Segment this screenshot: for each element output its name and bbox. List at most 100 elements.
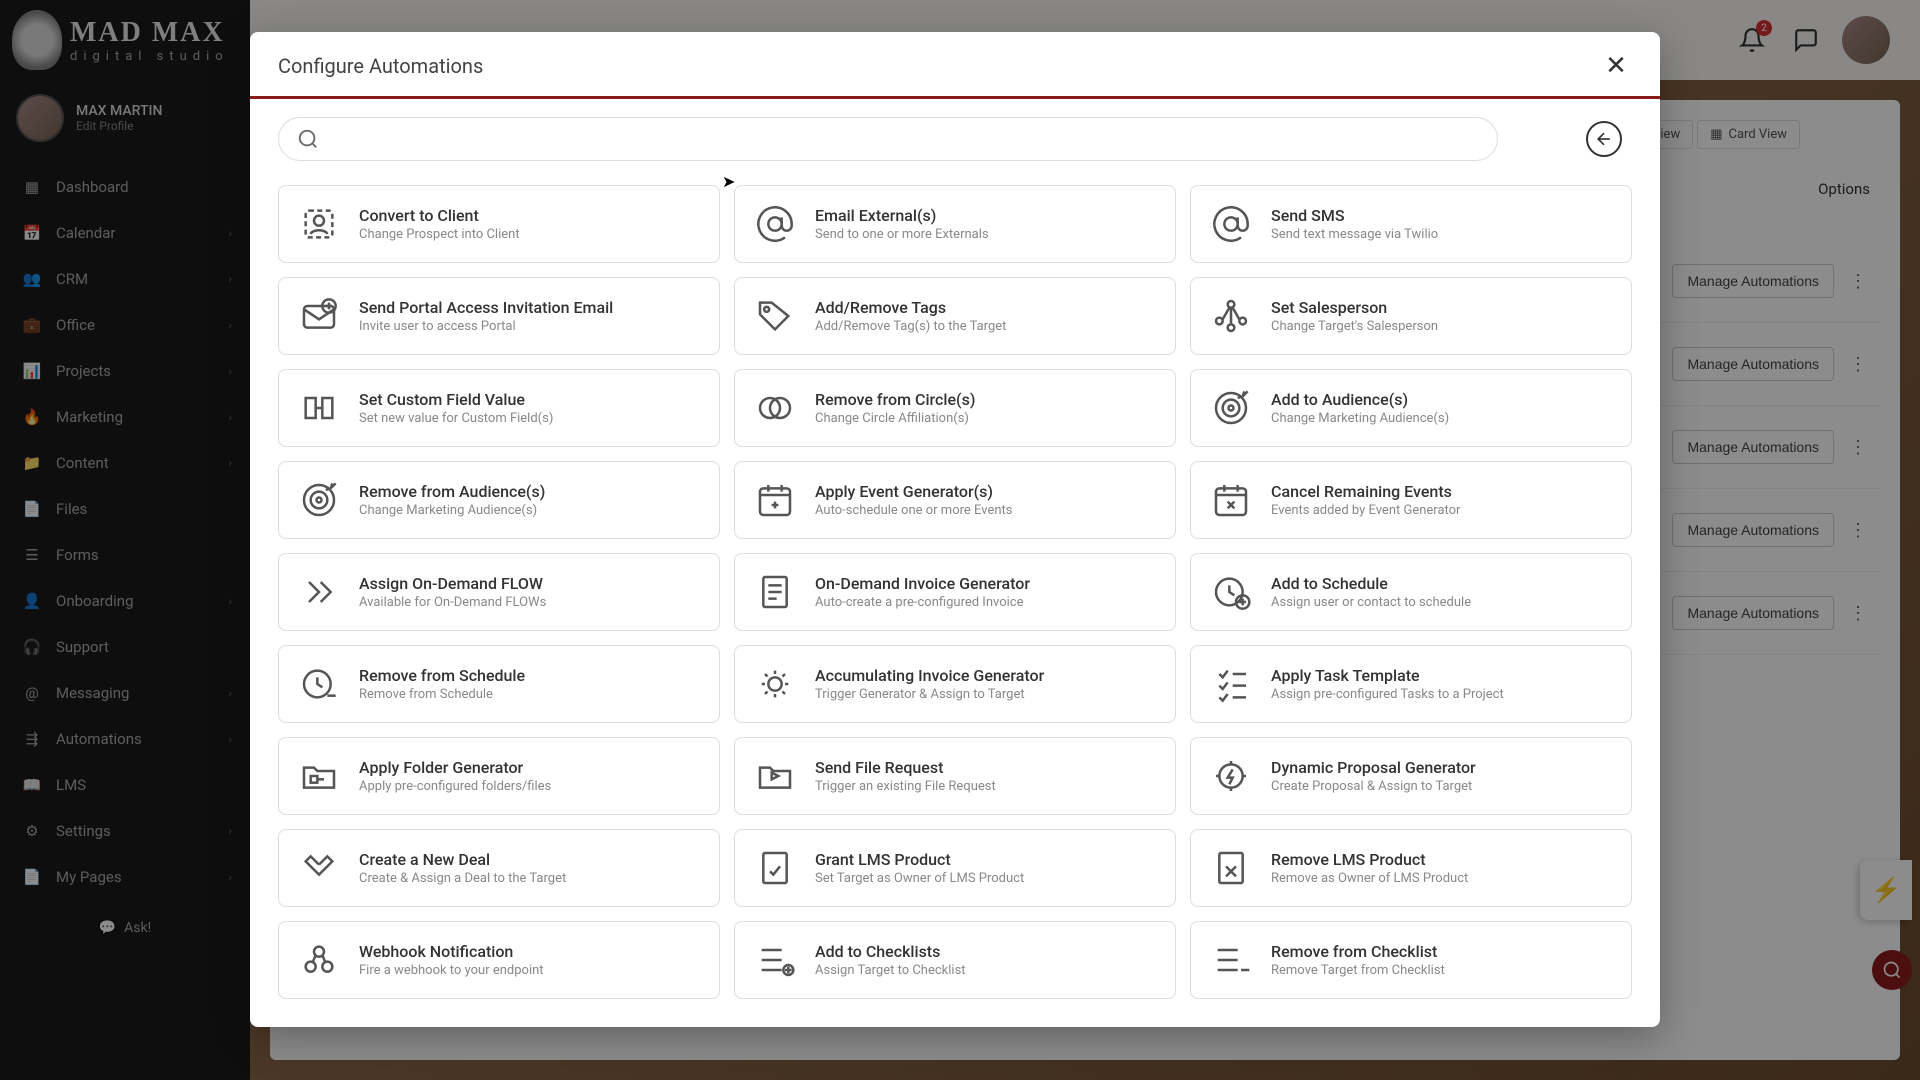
automation-card-accumulating-invoice-generator[interactable]: Accumulating Invoice Generator Trigger G… <box>734 645 1176 723</box>
modal-title: Configure Automations <box>278 54 483 78</box>
checklist-icon <box>1209 662 1253 706</box>
network-icon <box>1209 294 1253 338</box>
automation-card-send-sms[interactable]: Send SMS Send text message via Twilio <box>1190 185 1632 263</box>
card-title: Webhook Notification <box>359 942 544 961</box>
card-desc: Create & Assign a Deal to the Target <box>359 871 566 886</box>
close-icon[interactable]: ✕ <box>1600 50 1632 82</box>
card-title: Assign On-Demand FLOW <box>359 574 546 593</box>
card-desc: Invite user to access Portal <box>359 319 613 334</box>
card-desc: Change Marketing Audience(s) <box>1271 411 1449 426</box>
list-plus-icon <box>753 938 797 982</box>
automation-card-convert-to-client[interactable]: Convert to Client Change Prospect into C… <box>278 185 720 263</box>
card-title: Dynamic Proposal Generator <box>1271 758 1476 777</box>
card-title: Remove from Circle(s) <box>815 390 975 409</box>
slider-icon <box>297 386 341 430</box>
handshake-icon <box>297 846 341 890</box>
automation-card-email-external-s-[interactable]: Email External(s) Send to one or more Ex… <box>734 185 1176 263</box>
card-desc: Events added by Event Generator <box>1271 503 1460 518</box>
card-title: Set Salesperson <box>1271 298 1438 317</box>
card-title: Apply Folder Generator <box>359 758 551 777</box>
automation-card-add-to-audience-s-[interactable]: Add to Audience(s) Change Marketing Audi… <box>1190 369 1632 447</box>
automation-card-apply-task-template[interactable]: Apply Task Template Assign pre-configure… <box>1190 645 1632 723</box>
card-title: On-Demand Invoice Generator <box>815 574 1030 593</box>
automation-card-remove-from-schedule[interactable]: Remove from Schedule Remove from Schedul… <box>278 645 720 723</box>
gear-doc-icon <box>753 662 797 706</box>
target-icon <box>1209 386 1253 430</box>
card-desc: Change Marketing Audience(s) <box>359 503 545 518</box>
automation-card-apply-event-generator-s-[interactable]: Apply Event Generator(s) Auto-schedule o… <box>734 461 1176 539</box>
card-title: Add to Checklists <box>815 942 966 961</box>
folder-gen-icon <box>297 754 341 798</box>
card-title: Remove from Schedule <box>359 666 525 685</box>
mail-plus-icon <box>297 294 341 338</box>
automation-card-add-remove-tags[interactable]: Add/Remove Tags Add/Remove Tag(s) to the… <box>734 277 1176 355</box>
target-icon <box>297 478 341 522</box>
card-title: Email External(s) <box>815 206 989 225</box>
search-input[interactable] <box>331 131 1479 148</box>
automation-card-add-to-schedule[interactable]: Add to Schedule Assign user or contact t… <box>1190 553 1632 631</box>
card-desc: Remove from Schedule <box>359 687 525 702</box>
automation-card-grant-lms-product[interactable]: Grant LMS Product Set Target as Owner of… <box>734 829 1176 907</box>
card-desc: Set Target as Owner of LMS Product <box>815 871 1024 886</box>
card-desc: Assign pre-configured Tasks to a Project <box>1271 687 1504 702</box>
card-title: Remove from Checklist <box>1271 942 1445 961</box>
card-title: Convert to Client <box>359 206 520 225</box>
automation-card-send-file-request[interactable]: Send File Request Trigger an existing Fi… <box>734 737 1176 815</box>
card-title: Grant LMS Product <box>815 850 1024 869</box>
automation-card-add-to-checklists[interactable]: Add to Checklists Assign Target to Check… <box>734 921 1176 999</box>
automation-card-remove-from-audience-s-[interactable]: Remove from Audience(s) Change Marketing… <box>278 461 720 539</box>
automation-card-remove-from-checklist[interactable]: Remove from Checklist Remove Target from… <box>1190 921 1632 999</box>
card-desc: Apply pre-configured folders/files <box>359 779 551 794</box>
chevrons-icon <box>297 570 341 614</box>
card-desc: Remove Target from Checklist <box>1271 963 1445 978</box>
automation-card-cancel-remaining-events[interactable]: Cancel Remaining Events Events added by … <box>1190 461 1632 539</box>
doc-check-icon <box>753 846 797 890</box>
webhook-icon <box>297 938 341 982</box>
card-title: Apply Task Template <box>1271 666 1504 685</box>
gear-bolt-icon <box>1209 754 1253 798</box>
card-title: Create a New Deal <box>359 850 566 869</box>
card-desc: Add/Remove Tag(s) to the Target <box>815 319 1006 334</box>
automation-card-remove-lms-product[interactable]: Remove LMS Product Remove as Owner of LM… <box>1190 829 1632 907</box>
card-desc: Change Target's Salesperson <box>1271 319 1438 334</box>
automation-card-assign-on-demand-flow[interactable]: Assign On-Demand FLOW Available for On-D… <box>278 553 720 631</box>
automation-card-webhook-notification[interactable]: Webhook Notification Fire a webhook to y… <box>278 921 720 999</box>
card-desc: Send text message via Twilio <box>1271 227 1438 242</box>
automation-card-set-salesperson[interactable]: Set Salesperson Change Target's Salesper… <box>1190 277 1632 355</box>
card-desc: Available for On-Demand FLOWs <box>359 595 546 610</box>
doc-x-icon <box>1209 846 1253 890</box>
card-title: Apply Event Generator(s) <box>815 482 1013 501</box>
card-desc: Fire a webhook to your endpoint <box>359 963 544 978</box>
automation-card-create-a-new-deal[interactable]: Create a New Deal Create & Assign a Deal… <box>278 829 720 907</box>
card-desc: Assign user or contact to schedule <box>1271 595 1471 610</box>
automation-card-set-custom-field-value[interactable]: Set Custom Field Value Set new value for… <box>278 369 720 447</box>
clock-minus-icon <box>297 662 341 706</box>
cal-plus-icon <box>753 478 797 522</box>
search-icon <box>297 128 319 150</box>
search-box[interactable] <box>278 117 1498 161</box>
at-icon <box>753 202 797 246</box>
card-title: Send Portal Access Invitation Email <box>359 298 613 317</box>
card-title: Add to Schedule <box>1271 574 1471 593</box>
back-icon[interactable] <box>1586 121 1622 157</box>
card-title: Accumulating Invoice Generator <box>815 666 1044 685</box>
tag-icon <box>753 294 797 338</box>
card-title: Remove from Audience(s) <box>359 482 545 501</box>
automation-card-on-demand-invoice-generator[interactable]: On-Demand Invoice Generator Auto-create … <box>734 553 1176 631</box>
card-title: Add/Remove Tags <box>815 298 1006 317</box>
automation-card-remove-from-circle-s-[interactable]: Remove from Circle(s) Change Circle Affi… <box>734 369 1176 447</box>
clock-plus-icon <box>1209 570 1253 614</box>
automation-card-apply-folder-generator[interactable]: Apply Folder Generator Apply pre-configu… <box>278 737 720 815</box>
card-desc: Auto-create a pre-configured Invoice <box>815 595 1030 610</box>
card-desc: Send to one or more Externals <box>815 227 989 242</box>
card-title: Send File Request <box>815 758 996 777</box>
list-minus-icon <box>1209 938 1253 982</box>
card-desc: Trigger an existing File Request <box>815 779 996 794</box>
card-title: Add to Audience(s) <box>1271 390 1449 409</box>
card-desc: Change Circle Affiliation(s) <box>815 411 975 426</box>
configure-automations-modal: Configure Automations ✕ Convert to Clien… <box>250 32 1660 1027</box>
card-title: Set Custom Field Value <box>359 390 553 409</box>
automation-card-send-portal-access-invitation-email[interactable]: Send Portal Access Invitation Email Invi… <box>278 277 720 355</box>
automation-card-dynamic-proposal-generator[interactable]: Dynamic Proposal Generator Create Propos… <box>1190 737 1632 815</box>
card-desc: Remove as Owner of LMS Product <box>1271 871 1468 886</box>
